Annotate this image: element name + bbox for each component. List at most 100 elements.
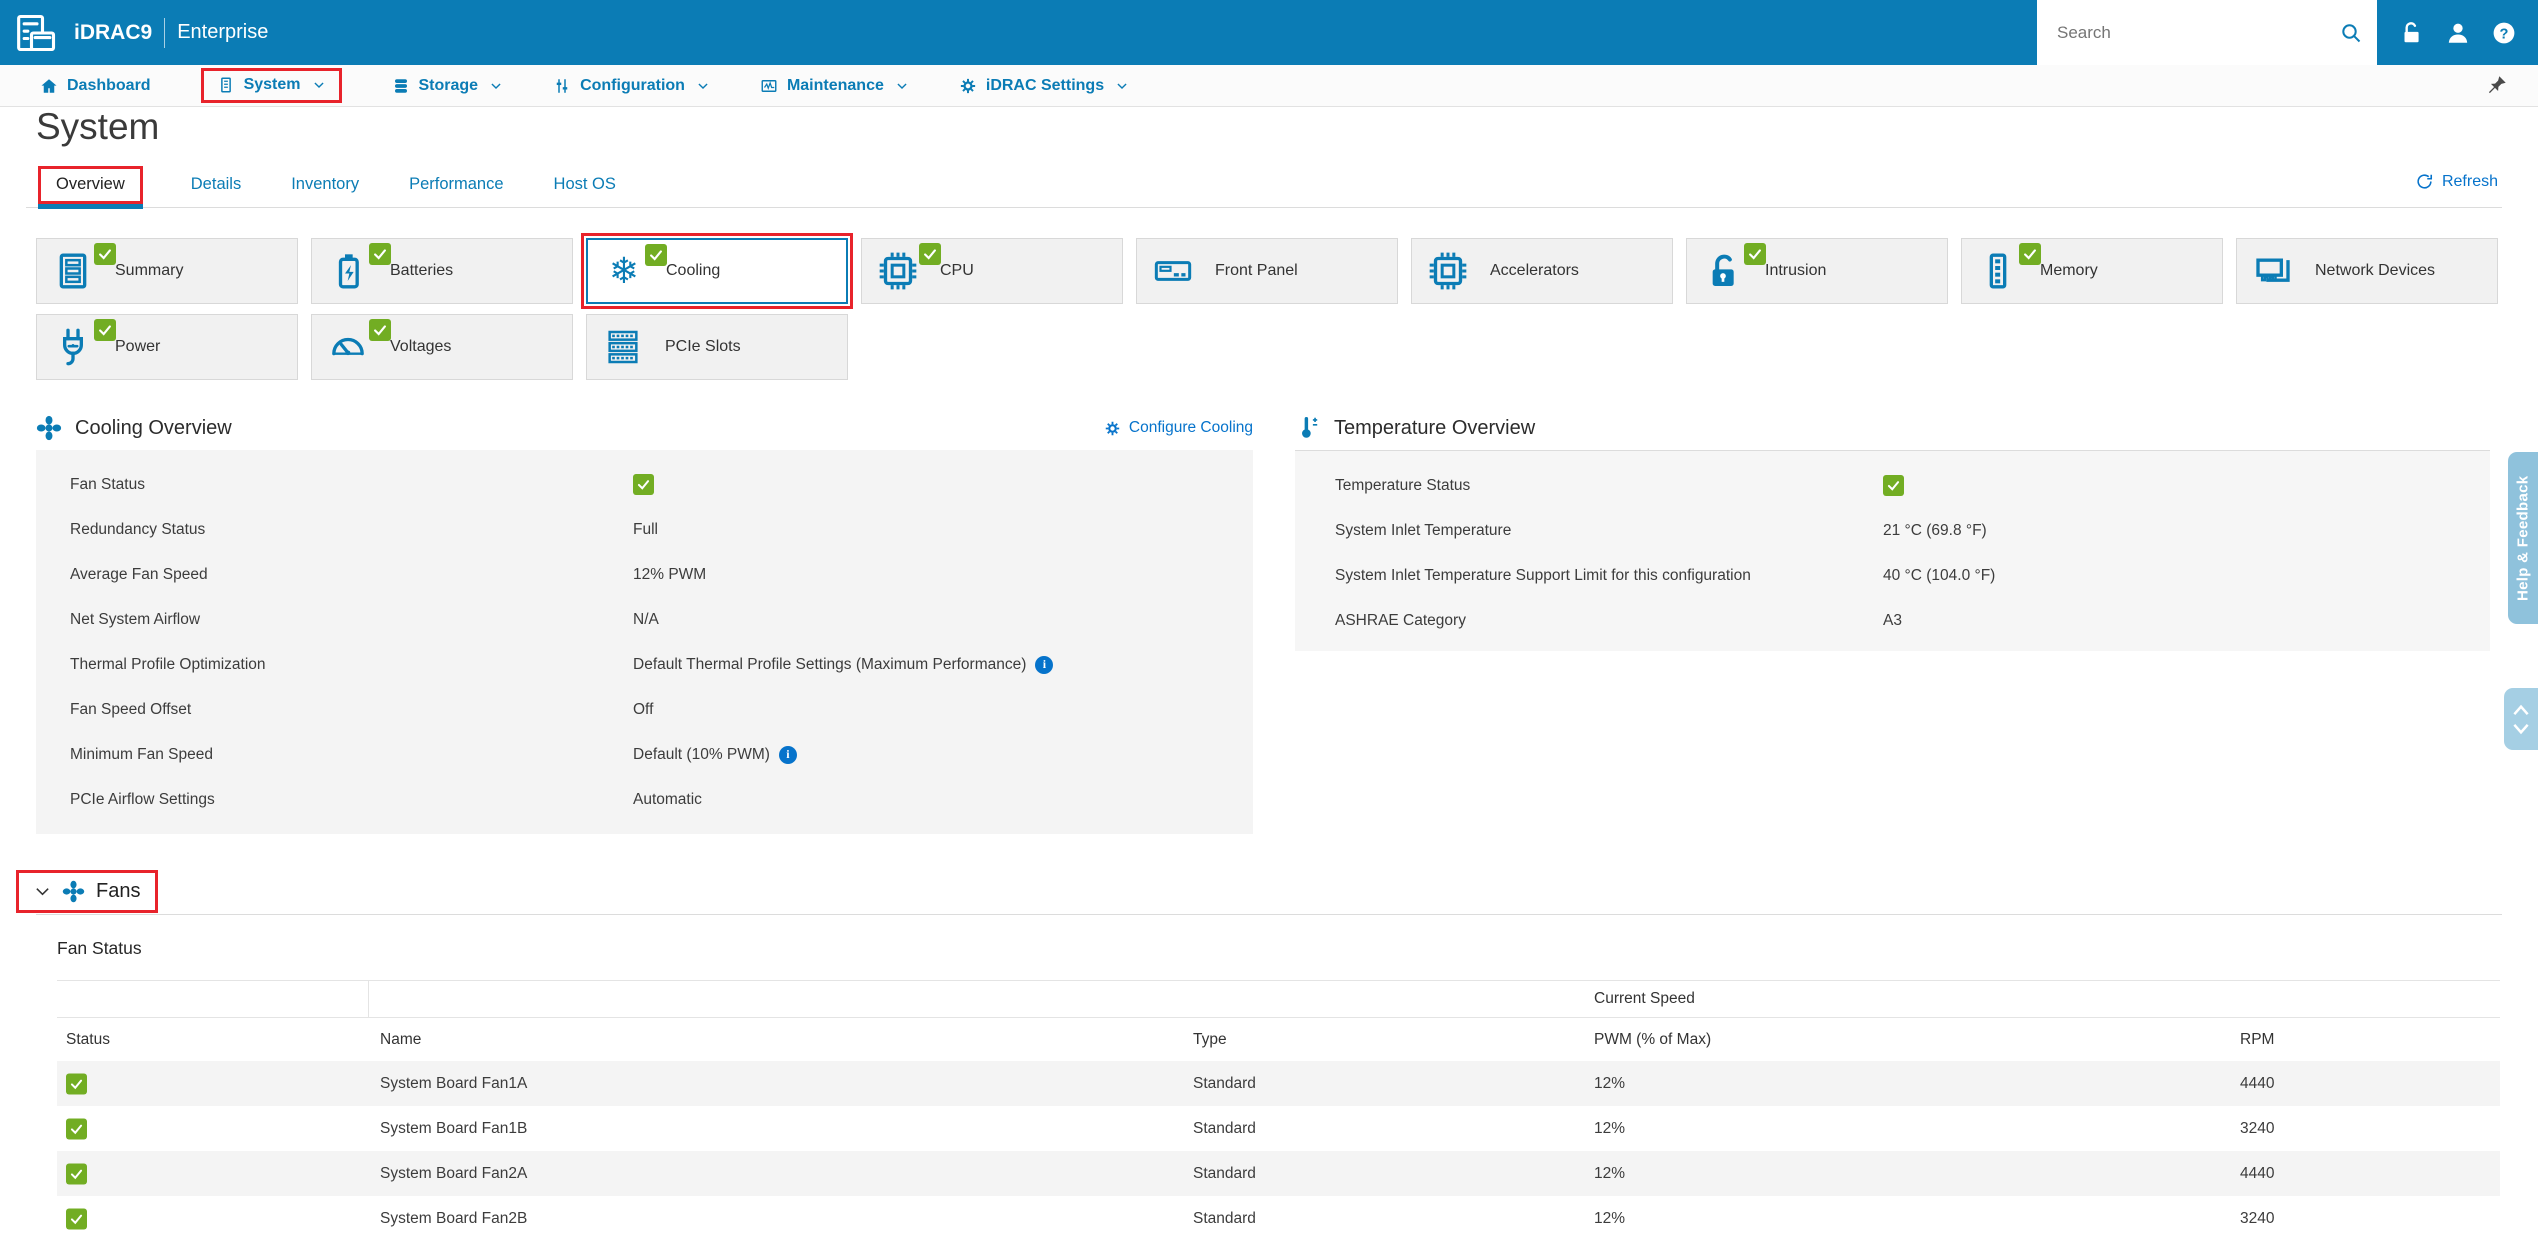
tab-host-os[interactable]: Host OS xyxy=(552,166,618,207)
front-panel-icon xyxy=(1153,251,1193,291)
battery-icon xyxy=(328,251,368,291)
col-status: Status xyxy=(66,1030,110,1048)
fan-status-table: Current Speed Status Name Type PWM (% of… xyxy=(57,980,2500,1241)
tab-performance[interactable]: Performance xyxy=(407,166,505,207)
nav-item-system[interactable]: System xyxy=(200,68,342,103)
info-icon[interactable] xyxy=(1035,655,1054,674)
maintenance-icon xyxy=(760,77,778,95)
kv-row: System Inlet Temperature Support Limit f… xyxy=(1335,566,1996,584)
fan-name: System Board Fan2B xyxy=(380,1209,528,1227)
fan-pwm: 12% xyxy=(1594,1164,1626,1182)
tile-accelerators[interactable]: Accelerators xyxy=(1411,238,1673,304)
nav-label: iDRAC Settings xyxy=(985,76,1105,94)
tile-memory[interactable]: Memory xyxy=(1961,238,2223,304)
search-box xyxy=(2037,0,2377,65)
tile-batteries[interactable]: Batteries xyxy=(311,238,573,304)
fan-name: System Board Fan1B xyxy=(380,1119,528,1137)
status-ok-badge xyxy=(2019,243,2041,265)
padlock-icon xyxy=(1703,251,1743,291)
configure-cooling-link[interactable]: Configure Cooling xyxy=(1104,419,1253,437)
nav-label: Maintenance xyxy=(786,76,884,94)
search-icon[interactable] xyxy=(2339,21,2363,45)
configure-cooling-label: Configure Cooling xyxy=(1128,419,1253,436)
info-icon[interactable] xyxy=(778,745,797,764)
table-group-header: Current Speed xyxy=(57,980,2500,1018)
kv-row: Average Fan Speed 12% PWM xyxy=(70,565,707,583)
chevron-down-icon xyxy=(895,79,909,93)
tab-inventory[interactable]: Inventory xyxy=(289,166,361,207)
kv-row: Net System Airflow N/A xyxy=(70,610,659,628)
thermometer-icon xyxy=(1295,415,1321,441)
group-header-label: Current Speed xyxy=(1594,990,1695,1007)
status-ok-badge xyxy=(369,319,391,341)
tile-label: Summary xyxy=(115,262,184,279)
nav-label: Configuration xyxy=(580,76,685,94)
product-name: iDRAC9 xyxy=(74,20,153,44)
help-feedback-tab[interactable]: Help & Feedback xyxy=(2508,452,2538,624)
user-icon[interactable] xyxy=(2445,20,2471,46)
tile-cooling[interactable]: ❄ Cooling xyxy=(581,233,853,309)
chevron-down-icon[interactable] xyxy=(2511,722,2531,736)
temperature-overview-title: Temperature Overview xyxy=(1334,416,1536,439)
kv-row: Redundancy Status Full xyxy=(70,520,658,538)
tile-intrusion[interactable]: Intrusion xyxy=(1686,238,1948,304)
sliders-icon xyxy=(553,77,571,95)
nav-item-storage[interactable]: Storage xyxy=(392,77,504,95)
help-icon[interactable]: ? xyxy=(2491,20,2517,46)
pushpin-icon[interactable] xyxy=(2486,74,2508,96)
col-rpm: RPM xyxy=(2240,1030,2275,1048)
subsystem-tiles: Summary Batteries ❄ Cooling CPU Front Pa… xyxy=(36,233,2502,380)
tile-label: CPU xyxy=(940,262,974,279)
tab-overview[interactable]: Overview xyxy=(38,166,143,209)
tile-pcie-slots[interactable]: PCIe Slots xyxy=(586,314,848,380)
status-ok-badge xyxy=(645,244,667,266)
tile-front-panel[interactable]: Front Panel xyxy=(1136,238,1398,304)
temperature-overview-section: Temperature Overview Temperature Status … xyxy=(1295,406,2490,834)
unlock-icon[interactable] xyxy=(2398,20,2424,46)
nav-item-dashboard[interactable]: Dashboard xyxy=(40,77,151,95)
chevron-down-icon[interactable] xyxy=(34,883,51,900)
tile-power[interactable]: Power xyxy=(36,314,298,380)
kv-row: Fan Speed Offset Off xyxy=(70,700,654,718)
accelerator-chip-icon xyxy=(1428,251,1468,291)
tile-network-devices[interactable]: Network Devices xyxy=(2236,238,2498,304)
chevron-up-icon[interactable] xyxy=(2511,703,2531,717)
tile-label: Cooling xyxy=(666,262,721,279)
page-title: System xyxy=(36,106,160,147)
chevron-down-icon xyxy=(312,78,326,92)
refresh-icon xyxy=(2415,172,2434,191)
col-type: Type xyxy=(1193,1030,1227,1048)
fan-rpm: 4440 xyxy=(2240,1074,2275,1092)
tile-summary[interactable]: Summary xyxy=(36,238,298,304)
table-column-headers: Status Name Type PWM (% of Max) RPM xyxy=(57,1018,2500,1061)
nav-item-configuration[interactable]: Configuration xyxy=(553,77,710,95)
nav-item-idrac-settings[interactable]: iDRAC Settings xyxy=(959,77,1129,95)
tile-cpu[interactable]: CPU xyxy=(861,238,1123,304)
fan-type: Standard xyxy=(1193,1119,1256,1137)
nav-item-maintenance[interactable]: Maintenance xyxy=(760,77,909,95)
search-input[interactable] xyxy=(2037,21,2339,44)
kv-row: System Inlet Temperature 21 °C (69.8 °F) xyxy=(1335,521,1987,539)
tile-label: Memory xyxy=(2040,262,2098,279)
table-row: System Board Fan1B Standard 12% 3240 xyxy=(57,1106,2500,1151)
logo-divider xyxy=(164,17,166,48)
kv-row: Minimum Fan Speed Default (10% PWM) xyxy=(36,732,1253,777)
svg-text:?: ? xyxy=(2500,26,2509,42)
refresh-button[interactable]: Refresh xyxy=(2415,172,2498,191)
summary-server-icon xyxy=(53,251,93,291)
app-header: iDRAC9 Enterprise Search ? xyxy=(0,0,2538,65)
fans-collapsible-header[interactable]: Fans xyxy=(16,870,159,913)
gears-icon xyxy=(1105,421,1120,435)
tile-label: Network Devices xyxy=(2315,262,2436,279)
status-ok-icon xyxy=(1883,475,1904,496)
fan-rpm: 4440 xyxy=(2240,1164,2275,1182)
snowflake-icon: ❄ xyxy=(608,250,640,291)
fan-rpm: 3240 xyxy=(2240,1209,2275,1227)
tab-details[interactable]: Details xyxy=(189,166,243,207)
tile-label: Voltages xyxy=(390,338,452,355)
fan-icon xyxy=(62,880,85,903)
cooling-overview-panel: Fan Status Redundancy Status Full Averag… xyxy=(36,450,1253,834)
status-ok-badge xyxy=(1744,243,1766,265)
tile-voltages[interactable]: Voltages xyxy=(311,314,573,380)
col-pwm: PWM (% of Max) xyxy=(1594,1030,1712,1048)
